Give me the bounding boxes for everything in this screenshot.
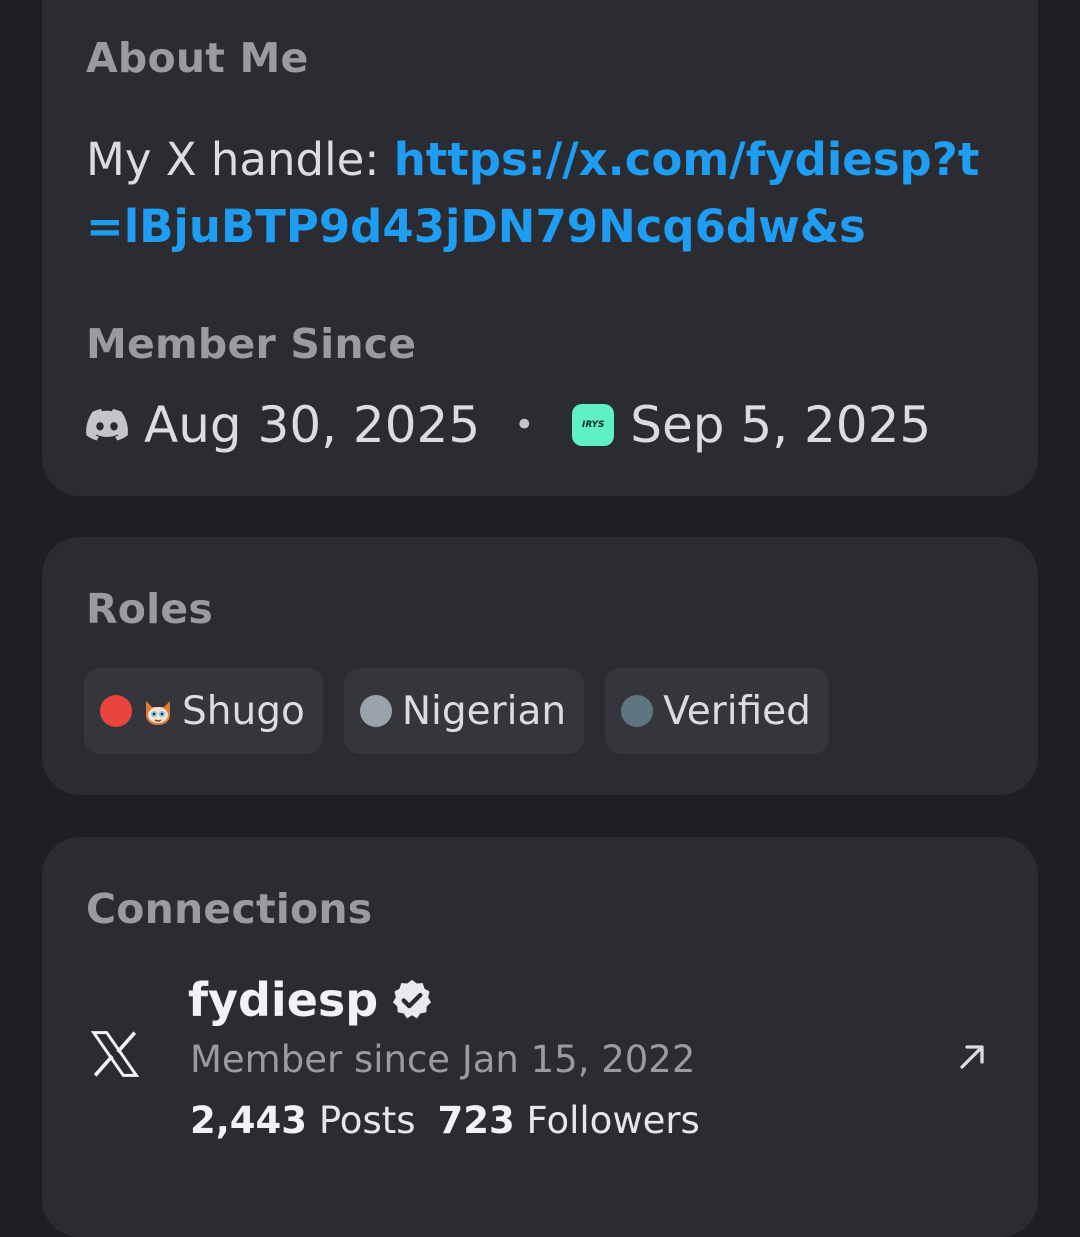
roles-list: Shugo Nigerian Verified: [84, 668, 829, 754]
discord-icon: [86, 409, 128, 441]
role-color-dot: [621, 695, 654, 727]
role-label: Shugo: [182, 688, 305, 734]
role-pill-verified[interactable]: Verified: [605, 668, 829, 754]
role-color-dot: [359, 695, 392, 727]
role-pill-shugo[interactable]: Shugo: [84, 668, 323, 754]
posts-label: Posts: [318, 1099, 416, 1142]
role-color-dot: [100, 695, 132, 727]
member-since-row: Aug 30, 2025 • IRYS Sep 5, 2025: [86, 390, 931, 460]
connections-heading: Connections: [86, 885, 373, 933]
connection-username[interactable]: fydiesp: [188, 973, 378, 1027]
connection-stats: 2,443 Posts 723 Followers: [190, 1099, 700, 1142]
role-label: Verified: [663, 688, 811, 734]
followers-label: Followers: [526, 1099, 700, 1142]
about-me-heading: About Me: [86, 34, 309, 82]
about-me-card: About Me My X handle: https://x.com/fydi…: [42, 0, 1038, 496]
cat-face-icon: [146, 701, 170, 725]
connections-card: Connections fydiesp Member since Jan 15,…: [42, 837, 1038, 1237]
x-logo-icon: [90, 1031, 140, 1077]
server-icon: IRYS: [572, 404, 615, 446]
server-join-date: Sep 5, 2025: [630, 396, 932, 454]
discord-join-date: Aug 30, 2025: [144, 396, 481, 454]
followers-count: 723: [437, 1099, 515, 1142]
roles-card: Roles Shugo Nigerian Verified: [42, 537, 1038, 795]
posts-count: 2,443: [190, 1099, 308, 1142]
external-link-icon[interactable]: [952, 1037, 992, 1077]
connection-member-since: Member since Jan 15, 2022: [190, 1038, 696, 1081]
role-label: Nigerian: [401, 688, 567, 734]
roles-heading: Roles: [86, 585, 214, 633]
member-since-heading: Member Since: [86, 320, 417, 368]
about-me-prefix: My X handle:: [86, 133, 394, 186]
connection-name-row: fydiesp: [188, 973, 434, 1027]
role-pill-nigerian[interactable]: Nigerian: [343, 668, 585, 754]
about-me-text: My X handle: https://x.com/fydiesp?t=lBj…: [86, 126, 1006, 260]
verified-badge-icon: [393, 979, 432, 1019]
separator-dot: •: [514, 405, 535, 445]
